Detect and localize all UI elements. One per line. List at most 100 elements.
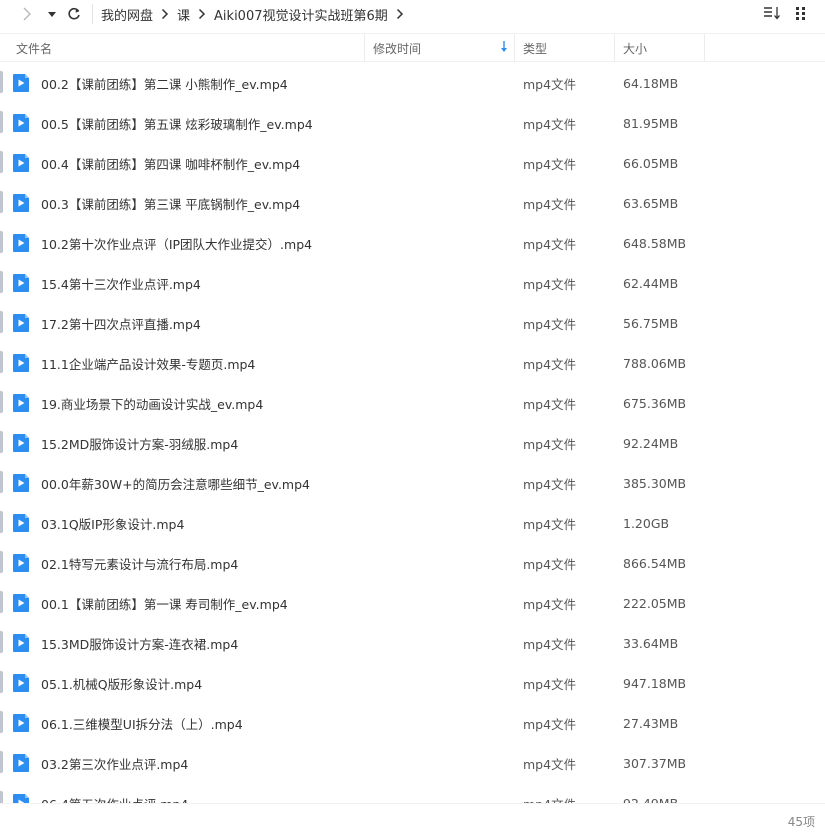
- file-name: 11.1企业端产品设计效果-专题页.mp4: [41, 356, 256, 372]
- file-name: 17.2第十四次点评直播.mp4: [41, 316, 201, 332]
- file-size: 56.75MB: [623, 315, 679, 331]
- file-size: 307.37MB: [623, 755, 687, 771]
- column-header-row: 文件名 修改时间 类型 大小: [0, 33, 825, 62]
- file-row[interactable]: 00.0年薪30W+的简历会注意哪些细节_ev.mp4 mp4文件 385.30MB: [0, 463, 825, 503]
- file-name: 10.2第十次作业点评（IP团队大作业提交）.mp4: [41, 236, 313, 252]
- file-type: mp4文件: [523, 516, 577, 532]
- file-name: 00.4【课前团练】第四课 咖啡杯制作_ev.mp4: [41, 156, 301, 172]
- file-name: 00.1【课前团练】第一课 寿司制作_ev.mp4: [41, 596, 288, 612]
- breadcrumb-item[interactable]: 我的网盘: [101, 5, 153, 24]
- row-edge-marker: [0, 311, 3, 333]
- row-edge-marker: [0, 231, 3, 253]
- file-row[interactable]: 06.1.三维模型UI拆分法（上）.mp4 mp4文件 27.43MB: [0, 703, 825, 743]
- chevron-right-icon[interactable]: [396, 8, 404, 20]
- file-name: 00.3【课前团练】第三课 平底锅制作_ev.mp4: [41, 196, 301, 212]
- file-type: mp4文件: [523, 596, 577, 612]
- refresh-icon: [68, 7, 80, 20]
- file-size: 66.05MB: [623, 155, 679, 171]
- file-size: 222.05MB: [623, 595, 687, 611]
- file-type: mp4文件: [523, 396, 577, 412]
- file-size: 63.65MB: [623, 195, 679, 211]
- row-edge-marker: [0, 471, 3, 493]
- file-name: 03.1Q版IP形象设计.mp4: [41, 516, 185, 532]
- breadcrumb-item[interactable]: Aiki007视觉设计实战班第6期: [214, 5, 388, 24]
- column-header-type[interactable]: 类型: [515, 34, 615, 62]
- file-size: 62.44MB: [623, 275, 679, 291]
- file-size: 92.24MB: [623, 435, 679, 451]
- column-header-size[interactable]: 大小: [615, 34, 705, 62]
- file-name: 05.1.机械Q版形象设计.mp4: [41, 676, 203, 692]
- breadcrumb: 我的网盘 课 Aiki007视觉设计实战班第6期: [101, 5, 412, 24]
- file-name: 15.2MD服饰设计方案-羽绒服.mp4: [41, 436, 239, 452]
- file-row[interactable]: 11.1企业端产品设计效果-专题页.mp4 mp4文件 788.06MB: [0, 343, 825, 383]
- file-row[interactable]: 03.2第三次作业点评.mp4 mp4文件 307.37MB: [0, 743, 825, 783]
- video-file-icon: [13, 474, 29, 492]
- file-row[interactable]: 00.4【课前团练】第四课 咖啡杯制作_ev.mp4 mp4文件 66.05MB: [0, 143, 825, 183]
- file-type: mp4文件: [523, 794, 576, 804]
- refresh-button[interactable]: [62, 0, 86, 28]
- video-file-icon: [13, 514, 29, 532]
- row-edge-marker: [0, 511, 3, 533]
- file-row[interactable]: 03.1Q版IP形象设计.mp4 mp4文件 1.20GB: [0, 503, 825, 543]
- file-row[interactable]: 10.2第十次作业点评（IP团队大作业提交）.mp4 mp4文件 648.58MB: [0, 223, 825, 263]
- video-file-icon: [13, 714, 29, 732]
- view-controls: [763, 0, 807, 28]
- file-name: 02.1特写元素设计与流行布局.mp4: [41, 556, 239, 572]
- chevron-right-icon: [23, 7, 31, 21]
- video-file-icon: [13, 194, 29, 212]
- video-file-icon: [13, 794, 29, 803]
- row-edge-marker: [0, 391, 3, 413]
- file-row[interactable]: 02.1特写元素设计与流行布局.mp4 mp4文件 866.54MB: [0, 543, 825, 583]
- row-edge-marker: [0, 431, 3, 453]
- file-size: 788.06MB: [623, 355, 687, 371]
- file-row[interactable]: 05.1.机械Q版形象设计.mp4 mp4文件 947.18MB: [0, 663, 825, 703]
- column-header-name[interactable]: 文件名: [8, 34, 365, 62]
- file-row[interactable]: 00.2【课前团练】第二课 小熊制作_ev.mp4 mp4文件 64.18MB: [0, 63, 825, 103]
- row-edge-marker: [0, 271, 3, 293]
- video-file-icon: [13, 754, 29, 772]
- file-row[interactable]: 19.商业场景下的动画设计实战_ev.mp4 mp4文件 675.36MB: [0, 383, 825, 423]
- file-row[interactable]: 00.3【课前团练】第三课 平底锅制作_ev.mp4 mp4文件 63.65MB: [0, 183, 825, 223]
- file-size: 947.18MB: [623, 675, 687, 691]
- file-row[interactable]: 15.4第十三次作业点评.mp4 mp4文件 62.44MB: [0, 263, 825, 303]
- file-type: mp4文件: [523, 196, 577, 212]
- video-file-icon: [13, 154, 29, 172]
- status-bar: 45项: [0, 803, 825, 833]
- file-size: 675.36MB: [623, 395, 687, 411]
- view-mode-icon[interactable]: [795, 5, 807, 24]
- toolbar-divider: [92, 4, 93, 24]
- row-edge-marker: [0, 111, 3, 133]
- file-name: 06.1.三维模型UI拆分法（上）.mp4: [41, 716, 243, 732]
- file-name: 15.3MD服饰设计方案-连衣裙.mp4: [41, 636, 239, 652]
- file-row[interactable]: 06.4第五次作业点评.mp4 mp4文件 92.49MB: [0, 783, 825, 803]
- file-name: 00.2【课前团练】第二课 小熊制作_ev.mp4: [41, 76, 288, 92]
- chevron-right-icon: [161, 8, 169, 20]
- file-type: mp4文件: [523, 116, 577, 132]
- file-size: 27.43MB: [623, 715, 679, 731]
- file-type: mp4文件: [523, 636, 577, 652]
- file-row[interactable]: 15.3MD服饰设计方案-连衣裙.mp4 mp4文件 33.64MB: [0, 623, 825, 663]
- video-file-icon: [13, 394, 29, 412]
- breadcrumb-item[interactable]: 课: [177, 5, 190, 24]
- row-edge-marker: [0, 71, 3, 93]
- row-edge-marker: [0, 191, 3, 213]
- file-type: mp4文件: [523, 756, 577, 772]
- file-type: mp4文件: [523, 716, 577, 732]
- sort-options-icon[interactable]: [763, 5, 781, 24]
- history-dropdown-button[interactable]: [42, 0, 62, 28]
- file-row[interactable]: 15.2MD服饰设计方案-羽绒服.mp4 mp4文件 92.24MB: [0, 423, 825, 463]
- file-row[interactable]: 00.1【课前团练】第一课 寿司制作_ev.mp4 mp4文件 222.05MB: [0, 583, 825, 623]
- column-header-modified[interactable]: 修改时间: [365, 34, 515, 62]
- file-name: 06.4第五次作业点评.mp4: [41, 794, 188, 804]
- video-file-icon: [13, 234, 29, 252]
- chevron-right-icon: [198, 8, 206, 20]
- file-type: mp4文件: [523, 316, 577, 332]
- video-file-icon: [13, 434, 29, 452]
- forward-button[interactable]: [12, 0, 42, 28]
- file-size: 92.49MB: [623, 795, 679, 804]
- video-file-icon: [13, 674, 29, 692]
- file-type: mp4文件: [523, 76, 577, 92]
- file-name: 03.2第三次作业点评.mp4: [41, 756, 189, 772]
- file-row[interactable]: 00.5【课前团练】第五课 炫彩玻璃制作_ev.mp4 mp4文件 81.95MB: [0, 103, 825, 143]
- file-row[interactable]: 17.2第十四次点评直播.mp4 mp4文件 56.75MB: [0, 303, 825, 343]
